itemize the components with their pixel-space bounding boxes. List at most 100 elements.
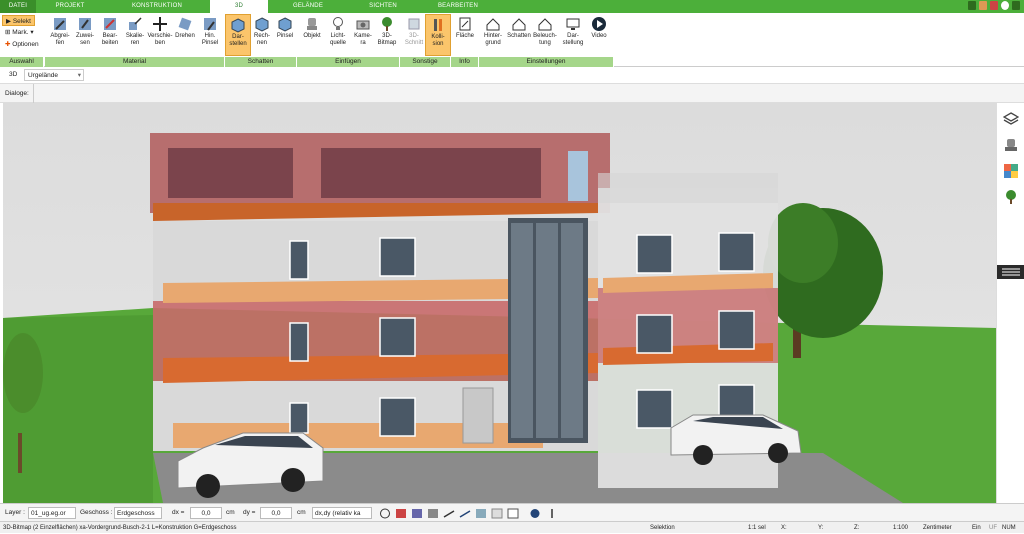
3d-bitmap-button[interactable]: 3D- Bitmap	[374, 14, 400, 56]
tab-bearbeiten[interactable]: BEARBEITEN	[418, 0, 498, 13]
group-einfuegen: Objekt Licht-quelle Kame-ra 3D- Bitmap Ei…	[297, 13, 400, 67]
material-palette-icon[interactable]	[1003, 163, 1019, 179]
help-icon[interactable]	[1001, 1, 1009, 10]
tab-datei[interactable]: DATEI	[0, 0, 36, 13]
dialog-bar: Dialoge:	[0, 84, 1024, 103]
tree-icon	[382, 17, 392, 31]
chevron-down-icon: ▾	[77, 72, 81, 79]
status-x: X:	[781, 525, 787, 531]
divider	[33, 84, 34, 103]
dy-input[interactable]: 0,0	[260, 507, 292, 519]
flaeche-button[interactable]: Fläche	[452, 14, 478, 56]
group-label-einfuegen: Einfügen	[297, 57, 400, 67]
verschieben-button[interactable]: Verschie-ben	[147, 14, 173, 56]
group-label-schatten: Schatten	[225, 57, 297, 67]
lichtquelle-button[interactable]: Licht-quelle	[325, 14, 351, 56]
eyedropper-icon	[54, 18, 66, 30]
plant-icon[interactable]	[1003, 189, 1019, 205]
status-selection: 1:1 sel	[748, 525, 766, 531]
group-label-auswahl: Auswahl	[0, 57, 44, 67]
move-icon	[153, 17, 167, 31]
edit-material-icon	[104, 18, 116, 30]
mark-button[interactable]: ⊞ Mark. ▾	[2, 27, 37, 38]
tab-konstruktion[interactable]: KONSTRUKTION	[104, 0, 210, 13]
hin-pinsel-button[interactable]: Hin. Pinsel	[197, 14, 223, 56]
status-z: Z:	[854, 525, 860, 531]
cube-brush-icon	[278, 17, 292, 32]
status-ein: Ein	[972, 525, 981, 531]
scale-icon	[129, 17, 142, 30]
dialog-label: Dialoge:	[5, 90, 29, 97]
bearbeiten-button[interactable]: Bear-beiten	[97, 14, 123, 56]
pinsel-button[interactable]: Pinsel	[272, 14, 298, 56]
ribbon: ▶ Selekt ⊞ Mark. ▾ ✚ Optionen Auswahl Ab…	[0, 13, 1024, 67]
group-schatten: Dar-stellen Rech-nen Pinsel Schatten	[225, 13, 297, 67]
lightbulb-icon	[333, 17, 343, 30]
status-scale: 1:100	[893, 525, 909, 531]
status-unit: Zentimeter	[923, 525, 952, 531]
pen-icon[interactable]	[968, 1, 976, 10]
schatten-einstellung-button[interactable]: Schatten	[506, 14, 532, 56]
bottom-toolbar: Layer : 01_ug.eg.or Geschoss : Erdgescho…	[0, 503, 1024, 521]
darstellen-button[interactable]: Dar-stellen	[225, 14, 251, 56]
layer-select[interactable]: 01_ug.eg.or	[28, 507, 76, 519]
optionen-button[interactable]: ✚ Optionen	[2, 39, 42, 50]
dx-input[interactable]: 0,0	[190, 507, 222, 519]
kamera-button[interactable]: Kame-ra	[350, 14, 376, 56]
darstellung-button[interactable]: Dar-stellung	[560, 14, 586, 56]
save-icon[interactable]	[979, 1, 987, 10]
3d-scene[interactable]	[3, 103, 996, 503]
right-rail	[996, 103, 1024, 503]
layers-icon[interactable]	[1003, 111, 1019, 127]
tab-projekt[interactable]: PROJEKT	[36, 0, 104, 13]
beleuchtung-button[interactable]: Beleuch-tung	[532, 14, 558, 56]
armchair-icon[interactable]	[1003, 137, 1019, 153]
dy-unit: cm	[297, 509, 306, 516]
play-icon	[592, 17, 606, 31]
house-light-icon	[538, 18, 552, 31]
drehen-button[interactable]: Drehen	[172, 14, 198, 56]
hintergrund-button[interactable]: Hinter-grund	[480, 14, 506, 56]
skalieren-button[interactable]: Skalie-ren	[122, 14, 148, 56]
tab-gelaende[interactable]: GELÄNDE	[268, 0, 348, 13]
status-uf: UF	[989, 525, 997, 531]
section-icon	[408, 18, 420, 30]
dx-unit: cm	[226, 509, 235, 516]
paint-bucket-icon	[79, 18, 91, 30]
status-num: NUM	[1002, 525, 1016, 531]
panel-toggle[interactable]	[997, 265, 1024, 279]
group-material: Abgrei-fen Zuwei-sen Bear-beiten Skalie-…	[45, 13, 225, 67]
video-button[interactable]: Video	[586, 14, 612, 56]
status-info: 3D-Bitmap (2 Einzelflächen) xa-Vordergru…	[3, 525, 237, 531]
selekt-button[interactable]: ▶ Selekt	[2, 15, 35, 26]
view-bar: 3D Urgelände ▾	[0, 67, 1024, 84]
geschoss-label: Geschoss :	[80, 509, 113, 516]
3d-schnitt-button[interactable]: 3D- Schnitt	[401, 14, 427, 56]
group-label-sonstige: Sonstige	[400, 57, 451, 67]
window-icon[interactable]	[1012, 1, 1020, 10]
undo-icon[interactable]	[990, 1, 998, 10]
monitor-icon	[566, 18, 580, 30]
geschoss-select[interactable]: Erdgeschoss	[114, 507, 162, 519]
3d-viewport[interactable]	[3, 103, 996, 503]
hamburger-icon	[1002, 268, 1020, 276]
layer-label: Layer :	[5, 509, 25, 516]
objekt-button[interactable]: Objekt	[299, 14, 325, 56]
coordinate-mode-select[interactable]: dx,dy (relativ ka	[312, 507, 372, 519]
snap-toolbar-icons[interactable]	[380, 508, 560, 519]
view-select[interactable]: Urgelände ▾	[24, 69, 84, 81]
tab-sichten[interactable]: SICHTEN	[348, 0, 418, 13]
brush-icon	[204, 18, 216, 31]
group-label-material: Material	[45, 57, 225, 67]
dy-label: dy =	[243, 509, 256, 516]
background-icon	[486, 18, 500, 31]
tab-3d[interactable]: 3D	[210, 0, 268, 13]
group-sonstige: 3D- Schnitt Kolli-sion Sonstige	[400, 13, 451, 67]
rotate-icon	[178, 17, 192, 31]
abgreifen-button[interactable]: Abgrei-fen	[47, 14, 73, 56]
status-y: Y:	[818, 525, 824, 531]
quick-access-icons	[968, 1, 1020, 10]
camera-icon	[356, 20, 370, 30]
zuweisen-button[interactable]: Zuwei-sen	[72, 14, 98, 56]
kollision-button[interactable]: Kolli-sion	[425, 14, 451, 56]
